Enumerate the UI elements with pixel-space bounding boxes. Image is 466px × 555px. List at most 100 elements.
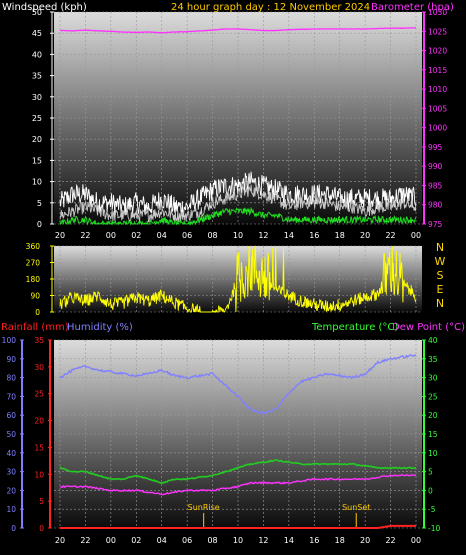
temp-y-tick-label: 0 — [428, 486, 433, 495]
temp-y-tick-label: 25 — [428, 392, 438, 401]
humidity-y-tick-label: 0 — [11, 524, 16, 533]
wind-x-tick-label: 08 — [207, 231, 217, 240]
rain-y-tick-label: 15 — [34, 443, 44, 452]
compass-labels: NWSEN — [435, 241, 446, 310]
humidity-y-tick-label: 100 — [2, 336, 17, 345]
humidity-y-tick-label: 50 — [6, 430, 16, 439]
humidity-y-tick-label: 80 — [6, 374, 16, 383]
humidity-y-tick-label: 10 — [6, 505, 16, 514]
humidity-axis-title: Humidity (%) — [67, 322, 133, 333]
temp-y-tick-label: -5 — [428, 505, 436, 514]
temp-x-tick-label: 04 — [157, 536, 167, 545]
wind-barometer-panel: 05101520253035404550 9759809859909951000… — [2, 2, 454, 240]
temp-x-tick-label: 22 — [385, 536, 395, 545]
direction-y-tick-label: 180 — [26, 275, 41, 284]
compass-label: N — [436, 241, 444, 254]
temp-x-tick-label: 10 — [233, 536, 243, 545]
temp-y-tick-label: 10 — [428, 449, 438, 458]
wind-axis-title: Windspeed (kph) — [2, 2, 87, 13]
baro-y-tick-label: 1000 — [428, 124, 447, 133]
humidity-y-tick-label: 70 — [6, 392, 16, 401]
direction-y-tick-label: 0 — [35, 308, 40, 317]
compass-label: E — [437, 283, 444, 296]
temp-humidity-panel: SunRise SunSet 0 10 20 30 40 50 60 70 80 90 100 0 5 1… — [1, 322, 465, 545]
wind-x-tick-label: 20 — [360, 231, 370, 240]
baro-y-tick-label: 975 — [428, 220, 443, 229]
wind-x-tick-label: 06 — [182, 231, 192, 240]
direction-y-tick-label: 270 — [26, 259, 41, 268]
rain-y-tick-label: 30 — [34, 363, 44, 372]
baro-y-tick-label: 985 — [428, 181, 443, 190]
temp-y-tick-label: 35 — [428, 355, 438, 364]
compass-label: S — [437, 269, 444, 282]
baro-y-tick-label: 1025 — [428, 27, 447, 36]
baro-y-tick-label: 1020 — [428, 47, 447, 56]
rain-axis-title: Rainfall (mm) — [1, 322, 69, 333]
temp-y-tick-label: 20 — [428, 411, 438, 420]
baro-y-tick-label: 1010 — [428, 85, 447, 94]
compass-label: N — [436, 297, 444, 310]
wind-x-tick-label: 12 — [258, 231, 268, 240]
temp-y-tick-label: 40 — [428, 336, 438, 345]
temp-y-tick-label: 5 — [428, 468, 433, 477]
rain-y-tick-label: 20 — [34, 417, 44, 426]
baro-y-tick-label: 1015 — [428, 66, 447, 75]
humidity-y-tick-label: 40 — [6, 449, 16, 458]
wind-x-tick-label: 04 — [157, 231, 167, 240]
rain-y-ticks: 0 5 10 15 20 25 30 35 — [34, 336, 52, 533]
chart-title: 24 hour graph day : 12 November 2024 — [171, 2, 370, 13]
humidity-y-ticks: 0 10 20 30 40 50 60 70 80 90 100 — [2, 336, 24, 533]
wind-y-tick-label: 40 — [32, 50, 42, 59]
rain-y-tick-label: 5 — [39, 497, 44, 506]
wind-x-tick-label: 22 — [385, 231, 395, 240]
wind-y-tick-label: 45 — [32, 29, 42, 38]
rain-y-tick-label: 35 — [34, 336, 44, 345]
baro-y-tick-label: 990 — [428, 162, 443, 171]
temp-x-tick-label: 00 — [411, 536, 421, 545]
baro-y-tick-label: 995 — [428, 143, 443, 152]
temp-x-tick-label: 20 — [55, 536, 65, 545]
wind-y-ticks: 05101520253035404550 — [32, 8, 54, 229]
wind-x-tick-label: 00 — [411, 231, 421, 240]
wind-y-tick-label: 0 — [37, 220, 42, 229]
baro-y-tick-label: 1005 — [428, 104, 447, 113]
baro-y-tick-label: 980 — [428, 201, 443, 210]
temp-x-tick-label: 00 — [106, 536, 116, 545]
wind-y-tick-label: 10 — [32, 178, 42, 187]
wind-y-tick-label: 35 — [32, 72, 42, 81]
temp-x-tick-label: 08 — [207, 536, 217, 545]
temp-y-tick-label: 30 — [428, 374, 438, 383]
temp-x-tick-label: 06 — [182, 536, 192, 545]
dew-axis-title: Dew Point (°C) — [392, 322, 465, 333]
wind-y-tick-label: 5 — [37, 199, 42, 208]
wind-x-tick-label: 10 — [233, 231, 243, 240]
wind-x-ticks: 20 22 00 02 04 06 08 10 12 14 16 18 20 22 00 — [55, 231, 421, 240]
wind-x-tick-label: 16 — [309, 231, 319, 240]
temp-x-tick-label: 22 — [80, 536, 90, 545]
humidity-y-tick-label: 90 — [6, 355, 16, 364]
wind-x-tick-label: 18 — [335, 231, 345, 240]
wind-y-tick-label: 25 — [32, 114, 42, 123]
humidity-y-tick-label: 30 — [6, 468, 16, 477]
rain-y-tick-label: 25 — [34, 390, 44, 399]
sun-annotation-label: SunSet — [342, 503, 370, 512]
rain-y-tick-label: 10 — [34, 470, 44, 479]
compass-label: W — [435, 255, 446, 268]
temp-x-tick-label: 20 — [360, 536, 370, 545]
temp-x-tick-label: 12 — [258, 536, 268, 545]
humidity-y-tick-label: 60 — [6, 411, 16, 420]
baro-y-ticks: 9759809859909951000100510101015102010251… — [422, 8, 447, 229]
wind-y-tick-label: 30 — [32, 93, 42, 102]
temp-x-tick-label: 16 — [309, 536, 319, 545]
temp-x-ticks: 20 22 00 02 04 06 08 10 12 14 16 18 20 22 00 — [55, 536, 421, 545]
weather-graphs: 05101520253035404550 9759809859909951000… — [1, 2, 465, 545]
humidity-y-tick-label: 20 — [6, 486, 16, 495]
temp-y-ticks: -10 -5 0 5 10 15 20 25 30 35 40 — [422, 336, 440, 533]
sun-annotation-label: SunRise — [188, 503, 220, 512]
wind-x-tick-label: 02 — [131, 231, 141, 240]
direction-y-ticks: 0 90 180 270 360 — [26, 242, 54, 317]
temp-y-tick-label: -10 — [428, 524, 440, 533]
wind-x-tick-label: 22 — [80, 231, 90, 240]
direction-y-tick-label: 90 — [30, 292, 40, 301]
wind-y-tick-label: 15 — [32, 156, 42, 165]
